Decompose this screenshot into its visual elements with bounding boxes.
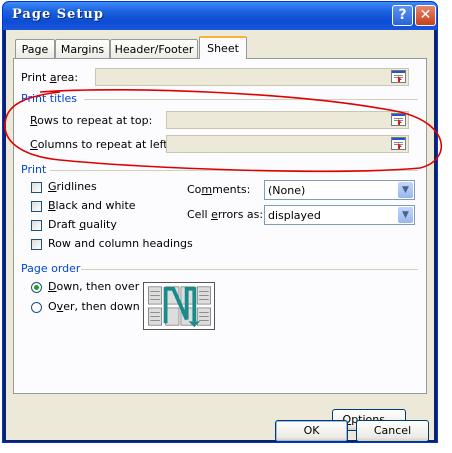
- cell-errors-dropdown[interactable]: displayed ▼: [264, 205, 415, 225]
- draft-quality-checkbox[interactable]: [31, 220, 42, 231]
- row-col-headings-checkbox[interactable]: [31, 239, 42, 250]
- print-titles-heading: Print titles: [21, 92, 78, 105]
- comments-label: Comments:: [187, 183, 251, 196]
- down-then-over-label[interactable]: Down, then over: [48, 280, 139, 293]
- divider: [81, 269, 418, 270]
- collapse-dialog-icon[interactable]: [391, 70, 406, 83]
- over-then-down-radio[interactable]: [31, 302, 42, 313]
- chevron-down-icon[interactable]: ▼: [398, 207, 413, 223]
- collapse-dialog-icon[interactable]: [391, 137, 406, 150]
- help-button[interactable]: ?: [392, 5, 413, 26]
- cancel-button[interactable]: Cancel: [356, 420, 429, 442]
- page-setup-dialog: Page Setup ? ✕ Page Margins Header/Foote…: [2, 1, 438, 443]
- rows-repeat-label: Rows to repeat at top:: [30, 114, 153, 127]
- divider: [50, 170, 418, 171]
- comments-value: (None): [268, 184, 306, 197]
- print-heading: Print: [21, 163, 47, 176]
- tab-margins[interactable]: Margins: [55, 39, 110, 58]
- close-button[interactable]: ✕: [415, 5, 436, 26]
- down-then-over-radio[interactable]: [31, 282, 42, 293]
- row-col-headings-label[interactable]: Row and column headings: [48, 237, 193, 250]
- ok-button[interactable]: OK: [275, 420, 348, 442]
- tab-header-footer[interactable]: Header/Footer: [110, 39, 198, 58]
- sheet-panel: Print area: Print titles Rows to repeat …: [13, 58, 427, 431]
- print-area-label: Print area:: [21, 71, 79, 84]
- columns-repeat-label: Columns to repeat at left:: [30, 138, 172, 151]
- collapse-dialog-icon[interactable]: [391, 113, 406, 126]
- print-area-field[interactable]: [95, 68, 409, 86]
- gridlines-label[interactable]: Gridlines: [48, 180, 97, 193]
- black-white-checkbox[interactable]: [31, 201, 42, 212]
- page-order-preview-icon: [143, 282, 215, 330]
- black-white-label[interactable]: Black and white: [48, 199, 136, 212]
- columns-repeat-field[interactable]: [166, 135, 409, 153]
- comments-dropdown[interactable]: (None) ▼: [264, 180, 415, 200]
- gridlines-checkbox[interactable]: [31, 182, 42, 193]
- page-order-heading: Page order: [21, 262, 81, 275]
- rows-repeat-field[interactable]: [166, 111, 409, 129]
- tab-page[interactable]: Page: [15, 39, 55, 58]
- chevron-down-icon[interactable]: ▼: [398, 182, 413, 198]
- divider: [84, 99, 418, 100]
- cell-errors-value: displayed: [268, 209, 321, 222]
- tab-sheet[interactable]: Sheet: [199, 36, 247, 59]
- title-bar[interactable]: Page Setup ? ✕: [3, 2, 437, 30]
- window-title: Page Setup: [12, 7, 104, 22]
- cell-errors-label: Cell errors as:: [187, 208, 264, 221]
- over-then-down-label[interactable]: Over, then down: [48, 300, 140, 313]
- draft-quality-label[interactable]: Draft quality: [48, 218, 117, 231]
- dialog-body: Page Margins Header/Footer Sheet Print a…: [6, 30, 434, 442]
